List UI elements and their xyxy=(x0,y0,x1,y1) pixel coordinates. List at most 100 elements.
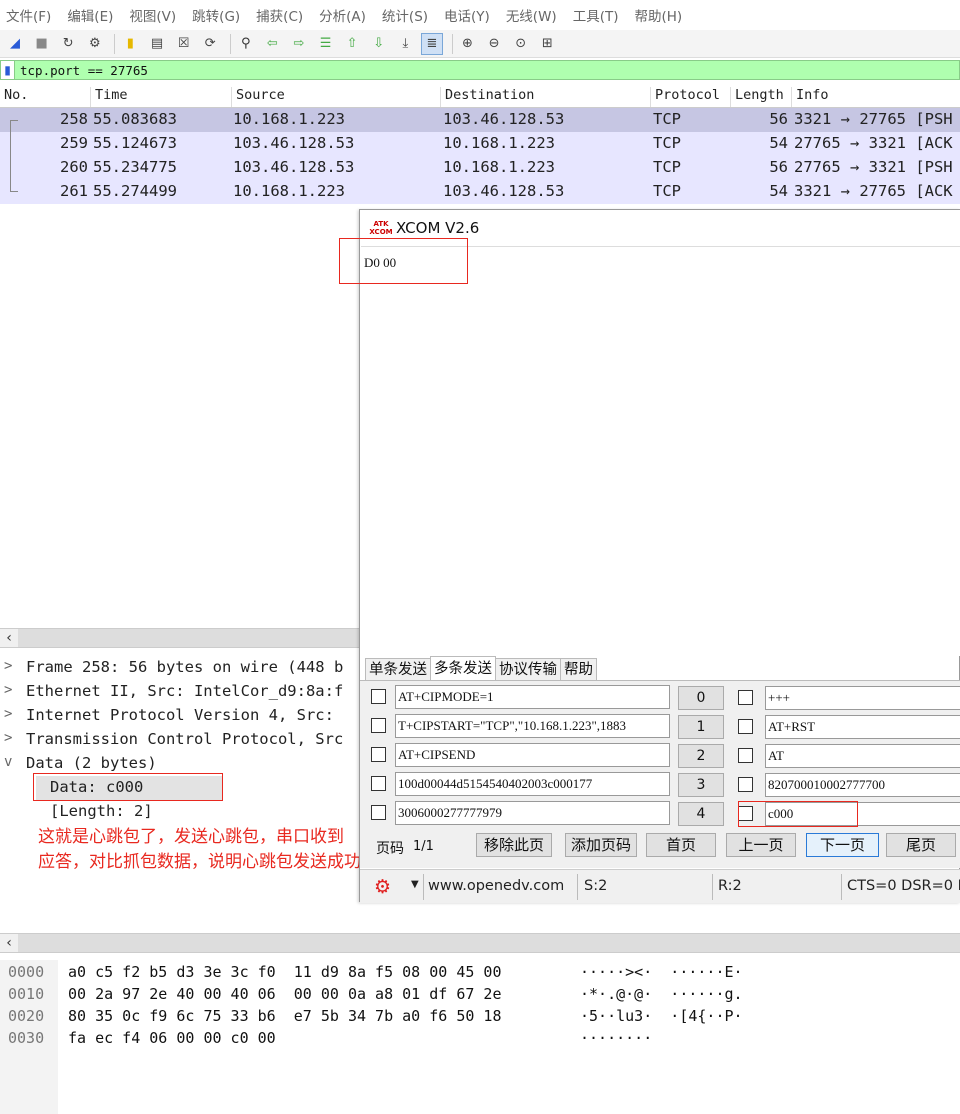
detail-line[interactable]: > Internet Protocol Version 4, Src: xyxy=(0,704,360,728)
chevron-down-icon[interactable]: ▼ xyxy=(411,879,419,890)
file-icon[interactable]: ▤ xyxy=(146,33,168,55)
shark-fin-start-icon[interactable]: ◢ xyxy=(4,33,26,55)
menu-item[interactable]: 视图(V) xyxy=(129,5,176,25)
menu-item[interactable]: 分析(A) xyxy=(319,5,366,25)
detail-line[interactable]: > Transmission Control Protocol, Src xyxy=(0,728,360,752)
forward-icon[interactable]: ⇨ xyxy=(288,33,310,55)
send-checkbox[interactable] xyxy=(738,690,753,705)
zoom-out-icon[interactable]: ⊖ xyxy=(483,33,505,55)
colorize-icon[interactable]: ≣ xyxy=(420,32,443,55)
scroll-left-icon[interactable]: ‹ xyxy=(0,934,18,952)
col-protocol[interactable]: Protocol xyxy=(650,87,720,107)
last-page-button[interactable]: 尾页 xyxy=(886,833,956,857)
last-icon[interactable]: ⇩ xyxy=(368,33,390,55)
col-length[interactable]: Length xyxy=(730,87,784,107)
menu-item[interactable]: 跳转(G) xyxy=(192,5,240,25)
packet-row[interactable]: 259 55.124673 103.46.128.53 10.168.1.223 TCP… xyxy=(0,132,960,156)
send-string-field[interactable]: AT+CIPSEND xyxy=(395,743,670,767)
send-checkbox[interactable] xyxy=(738,777,753,792)
send-checkbox[interactable] xyxy=(371,747,386,762)
chevron-right-icon[interactable]: > xyxy=(4,658,12,674)
scroll-left-icon[interactable]: ‹ xyxy=(0,629,18,647)
detail-line[interactable]: [Length: 2] xyxy=(0,800,360,824)
send-string-field[interactable]: AT+CIPMODE=1 xyxy=(395,685,670,709)
hex-hex: a0 c5 f2 b5 d3 3e 3c f0 11 d9 8a f5 08 0… xyxy=(68,963,502,981)
receive-area[interactable]: D0 00 xyxy=(361,246,960,656)
chevron-right-icon[interactable]: > xyxy=(4,706,12,722)
send-checkbox[interactable] xyxy=(371,689,386,704)
menu-item[interactable]: 帮助(H) xyxy=(634,5,682,25)
first-icon[interactable]: ⇧ xyxy=(341,33,363,55)
packet-row[interactable]: 261 55.274499 10.168.1.223 103.46.128.53 TCP… xyxy=(0,180,960,204)
col-source[interactable]: Source xyxy=(231,87,285,107)
detail-line[interactable]: > Ethernet II, Src: IntelCor_d9:8a:f xyxy=(0,680,360,704)
website-link[interactable]: www.openedv.com xyxy=(428,878,564,894)
autoscroll-icon[interactable]: ⤓ xyxy=(394,33,416,55)
col-no[interactable]: No. xyxy=(0,87,28,107)
send-button[interactable]: 4 xyxy=(678,802,724,826)
send-checkbox[interactable] xyxy=(371,805,386,820)
prev-page-button[interactable]: 上一页 xyxy=(726,833,796,857)
detail-line[interactable]: > Frame 258: 56 bytes on wire (448 b xyxy=(0,656,360,680)
tab-multi-send[interactable]: 多条发送 xyxy=(430,656,496,680)
goto-icon[interactable]: ☰ xyxy=(315,33,337,55)
tab-help[interactable]: 帮助 xyxy=(560,658,597,680)
send-checkbox[interactable] xyxy=(738,748,753,763)
open-folder-icon[interactable]: ▮ xyxy=(119,33,141,55)
send-checkbox[interactable] xyxy=(371,718,386,733)
send-button[interactable]: 3 xyxy=(678,773,724,797)
tab-protocol[interactable]: 协议传输 xyxy=(495,658,561,680)
bookmark-icon[interactable]: ▮ xyxy=(1,61,15,79)
chevron-right-icon[interactable]: > xyxy=(4,682,12,698)
hex-row[interactable]: 0000 a0 c5 f2 b5 d3 3e 3c f0 11 d9 8a f5 … xyxy=(0,963,960,985)
gear-icon[interactable]: ⚙ xyxy=(374,876,391,898)
menu-item[interactable]: 工具(T) xyxy=(573,5,619,25)
close-file-icon[interactable]: ☒ xyxy=(173,33,195,55)
packet-row[interactable]: 258 55.083683 10.168.1.223 103.46.128.53 TCP… xyxy=(0,108,960,132)
menu-item[interactable]: 电话(Y) xyxy=(444,5,490,25)
hex-row[interactable]: 0020 80 35 0c f9 6c 75 33 b6 e7 5b 34 7b … xyxy=(0,1007,960,1029)
resize-columns-icon[interactable]: ⊞ xyxy=(536,33,558,55)
send-checkbox[interactable] xyxy=(738,719,753,734)
options-icon[interactable]: ⚙ xyxy=(84,33,106,55)
menu-item[interactable]: 捕获(C) xyxy=(256,5,303,25)
display-filter-input[interactable]: tcp.port == 27765 xyxy=(20,63,148,78)
hex-row[interactable]: 0010 00 2a 97 2e 40 00 40 06 00 00 0a a8 … xyxy=(0,985,960,1007)
packet-row[interactable]: 260 55.234775 103.46.128.53 10.168.1.223 TCP… xyxy=(0,156,960,180)
restart-icon[interactable]: ↻ xyxy=(57,33,79,55)
send-button[interactable]: 2 xyxy=(678,744,724,768)
add-page-button[interactable]: 添加页码 xyxy=(565,833,637,857)
send-string-field[interactable]: AT xyxy=(765,744,960,768)
col-info[interactable]: Info xyxy=(791,87,829,107)
col-destination[interactable]: Destination xyxy=(440,87,534,107)
send-string-field[interactable]: AT+RST xyxy=(765,715,960,739)
send-string-field[interactable]: +++ xyxy=(765,686,960,710)
chevron-right-icon[interactable]: > xyxy=(4,730,12,746)
menu-item[interactable]: 无线(W) xyxy=(506,5,557,25)
first-page-button[interactable]: 首页 xyxy=(646,833,716,857)
col-time[interactable]: Time xyxy=(90,87,128,107)
reload-icon[interactable]: ⟳ xyxy=(199,33,221,55)
remove-page-button[interactable]: 移除此页 xyxy=(476,833,552,857)
stop-icon[interactable]: ■ xyxy=(31,33,53,55)
send-string-field[interactable]: 3006000277777979 xyxy=(395,801,670,825)
chevron-down-icon[interactable]: v xyxy=(4,754,12,770)
menu-item[interactable]: 统计(S) xyxy=(382,5,428,25)
zoom-in-icon[interactable]: ⊕ xyxy=(457,33,479,55)
display-filter-bar[interactable]: ▮ tcp.port == 27765 xyxy=(0,60,960,80)
menu-item[interactable]: 文件(F) xyxy=(6,5,51,25)
send-checkbox[interactable] xyxy=(371,776,386,791)
zoom-normal-icon[interactable]: ⊙ xyxy=(510,33,532,55)
back-icon[interactable]: ⇦ xyxy=(261,33,283,55)
send-string-field[interactable]: 100d00044d5154540402003c000177 xyxy=(395,772,670,796)
hex-row[interactable]: 0030 fa ec f4 06 00 00 c0 00 ········ xyxy=(0,1029,960,1051)
find-icon[interactable]: ⚲ xyxy=(235,33,257,55)
menu-item[interactable]: 编辑(E) xyxy=(67,5,113,25)
send-string-field[interactable]: T+CIPSTART="TCP","10.168.1.223",1883 xyxy=(395,714,670,738)
send-button[interactable]: 0 xyxy=(678,686,724,710)
tab-single-send[interactable]: 单条发送 xyxy=(365,658,431,680)
details-hscroll[interactable]: ‹ xyxy=(0,933,960,953)
next-page-button[interactable]: 下一页 xyxy=(806,833,879,857)
send-string-field[interactable]: 820700010002777700 xyxy=(765,773,960,797)
send-button[interactable]: 1 xyxy=(678,715,724,739)
